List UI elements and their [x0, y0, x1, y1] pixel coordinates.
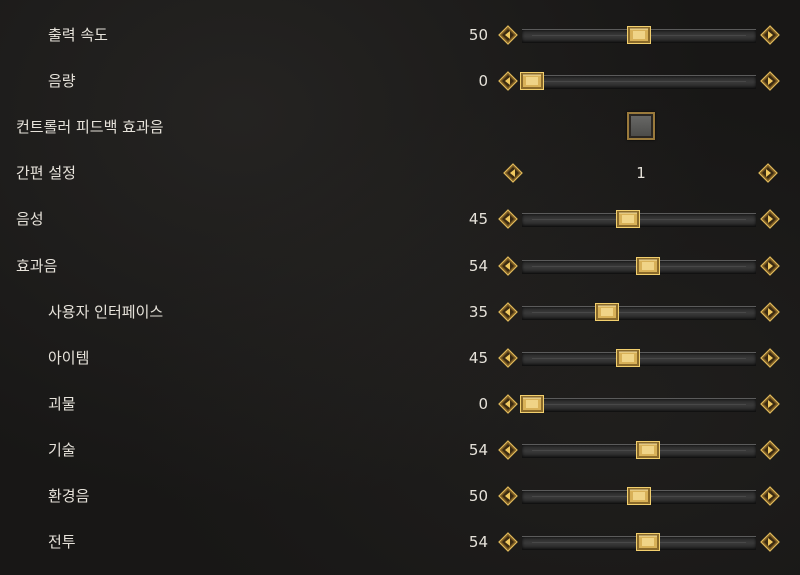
- increase-arrow-icon[interactable]: [760, 209, 780, 229]
- increase-arrow-icon[interactable]: [760, 25, 780, 45]
- slider-track[interactable]: [522, 398, 756, 412]
- setting-row: 기술 54: [0, 428, 800, 472]
- volume-slider[interactable]: [498, 346, 780, 370]
- volume-slider[interactable]: [498, 23, 780, 47]
- setting-row: 환경음 50: [0, 474, 800, 518]
- setting-label: 전투: [48, 533, 76, 551]
- setting-row: 사용자 인터페이스 35: [0, 290, 800, 334]
- setting-row: 출력 속도 50: [0, 13, 800, 57]
- volume-slider[interactable]: [498, 484, 780, 508]
- stepper-value: 1: [636, 164, 646, 182]
- setting-row: 음량 0: [0, 59, 800, 103]
- decrease-arrow-icon[interactable]: [498, 209, 518, 229]
- volume-slider[interactable]: [498, 207, 780, 231]
- setting-value: 0: [478, 72, 488, 90]
- setting-row: 효과음 54: [0, 244, 800, 288]
- slider-handle[interactable]: [616, 210, 641, 228]
- decrease-arrow-icon[interactable]: [498, 394, 518, 414]
- setting-value: 35: [468, 303, 488, 321]
- stepper-prev-icon[interactable]: [503, 163, 523, 183]
- setting-row: 아이템 45: [0, 336, 800, 380]
- increase-arrow-icon[interactable]: [760, 486, 780, 506]
- decrease-arrow-icon[interactable]: [498, 256, 518, 276]
- setting-label: 음량: [48, 72, 76, 90]
- slider-track[interactable]: [522, 75, 756, 89]
- increase-arrow-icon[interactable]: [760, 348, 780, 368]
- decrease-arrow-icon[interactable]: [498, 532, 518, 552]
- volume-slider[interactable]: [498, 69, 780, 93]
- increase-arrow-icon[interactable]: [760, 256, 780, 276]
- volume-slider[interactable]: [498, 530, 780, 554]
- controller-feedback-checkbox[interactable]: [627, 112, 655, 140]
- setting-row: 간편 설정 1: [0, 151, 800, 195]
- stepper-next-icon[interactable]: [758, 163, 778, 183]
- volume-slider[interactable]: [498, 438, 780, 462]
- setting-value: 50: [468, 487, 488, 505]
- setting-row: 전투 54: [0, 520, 800, 564]
- volume-slider[interactable]: [498, 392, 780, 416]
- setting-label: 컨트롤러 피드백 효과음: [16, 118, 164, 136]
- slider-handle[interactable]: [627, 26, 651, 44]
- slider-handle[interactable]: [627, 487, 651, 505]
- setting-row: 컨트롤러 피드백 효과음: [0, 105, 800, 149]
- increase-arrow-icon[interactable]: [760, 71, 780, 91]
- setting-label: 괴물: [48, 395, 76, 413]
- setting-label: 아이템: [48, 349, 90, 367]
- slider-handle[interactable]: [616, 349, 641, 367]
- decrease-arrow-icon[interactable]: [498, 486, 518, 506]
- decrease-arrow-icon[interactable]: [498, 71, 518, 91]
- setting-label: 환경음: [48, 487, 90, 505]
- slider-track[interactable]: [522, 306, 756, 320]
- decrease-arrow-icon[interactable]: [498, 348, 518, 368]
- slider-handle[interactable]: [520, 72, 544, 90]
- slider-handle[interactable]: [635, 441, 660, 459]
- increase-arrow-icon[interactable]: [760, 394, 780, 414]
- slider-handle[interactable]: [594, 303, 619, 321]
- setting-label: 음성: [16, 210, 44, 228]
- setting-label: 기술: [48, 441, 76, 459]
- setting-value: 54: [468, 533, 488, 551]
- setting-value: 45: [468, 349, 488, 367]
- slider-handle[interactable]: [635, 533, 660, 551]
- setting-row: 괴물 0: [0, 382, 800, 426]
- setting-value: 54: [468, 257, 488, 275]
- increase-arrow-icon[interactable]: [760, 532, 780, 552]
- setting-value: 54: [468, 441, 488, 459]
- slider-handle[interactable]: [635, 257, 660, 275]
- decrease-arrow-icon[interactable]: [498, 440, 518, 460]
- increase-arrow-icon[interactable]: [760, 440, 780, 460]
- setting-label: 간편 설정: [16, 164, 76, 182]
- setting-label: 사용자 인터페이스: [48, 303, 164, 321]
- setting-label: 효과음: [16, 257, 58, 275]
- slider-handle[interactable]: [520, 395, 544, 413]
- setting-value: 0: [478, 395, 488, 413]
- setting-value: 50: [468, 26, 488, 44]
- decrease-arrow-icon[interactable]: [498, 25, 518, 45]
- setting-value: 45: [468, 210, 488, 228]
- decrease-arrow-icon[interactable]: [498, 302, 518, 322]
- volume-slider[interactable]: [498, 300, 780, 324]
- setting-row: 음성 45: [0, 197, 800, 241]
- increase-arrow-icon[interactable]: [760, 302, 780, 322]
- setting-label: 출력 속도: [48, 26, 108, 44]
- volume-slider[interactable]: [498, 254, 780, 278]
